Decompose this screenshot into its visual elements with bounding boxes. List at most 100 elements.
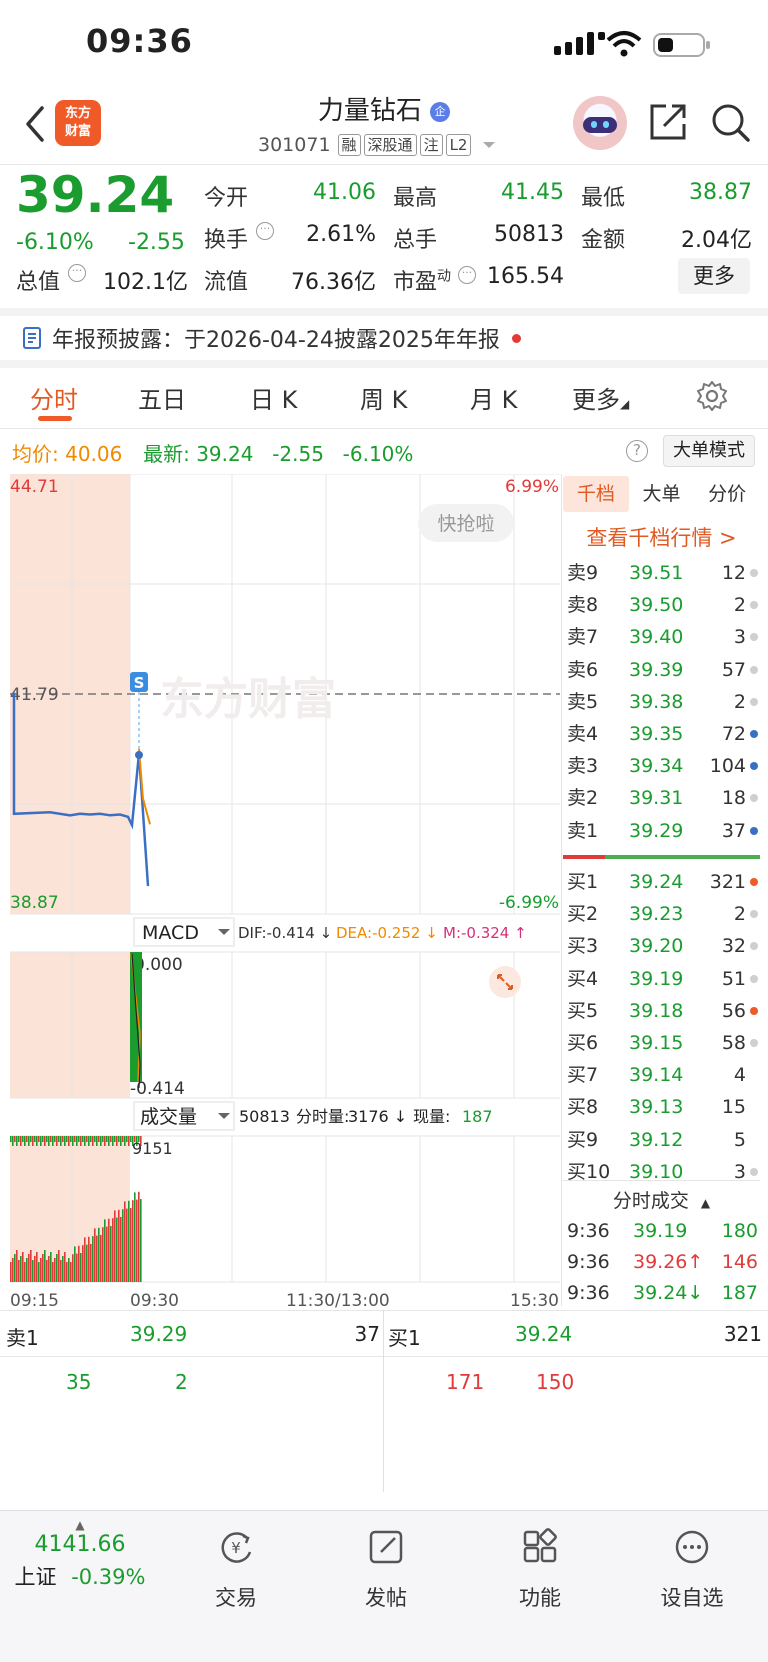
volume-bar [42, 1254, 44, 1282]
nav-functions-label: 功能 [519, 1586, 561, 1610]
volume-bar-top [120, 1136, 122, 1146]
macd-dea: DEA:-0.252 ↓ [336, 924, 438, 942]
volume-bar [134, 1192, 136, 1282]
unread-dot [511, 333, 521, 343]
expand-chart-button[interactable] [489, 966, 521, 998]
nav-functions[interactable]: 功能 [490, 1528, 590, 1612]
big-order-mode-button[interactable]: 大单模式 [663, 435, 755, 467]
stock-subtitle[interactable]: 301071 融 深股通 注 L2 [258, 134, 498, 156]
tag-connect: 深股通 [363, 134, 417, 156]
bottom-buy-vol: 321 [723, 1322, 762, 1346]
tab-big-orders[interactable]: 大单 [629, 476, 695, 512]
volume-bar-top [68, 1136, 70, 1146]
top-pct-label: 6.99% [505, 477, 559, 497]
settings-gear-icon[interactable] [696, 380, 728, 412]
volume-bar [34, 1256, 36, 1282]
tab-more-label: 更多 [572, 386, 620, 414]
asks-row[interactable]: 卖7 39.40 3 [563, 621, 760, 653]
tick-price: 39.26↑ [633, 1251, 704, 1273]
volume-bar-top [60, 1136, 62, 1146]
level-price: 39.40 [629, 626, 684, 649]
asks-row[interactable]: 卖3 39.34 104 [563, 750, 760, 782]
more-button[interactable]: 更多 [678, 258, 750, 294]
tab-intraday[interactable]: 分时 [30, 380, 78, 415]
search-icon[interactable] [710, 102, 752, 144]
volume-bar-top [110, 1136, 112, 1142]
bids-row[interactable]: 买1 39.24 321 [563, 866, 760, 898]
volume-bar [44, 1250, 46, 1282]
volume-bar-top [28, 1136, 30, 1146]
bids-row[interactable]: 买3 39.20 32 [563, 930, 760, 962]
asks-row[interactable]: 卖8 39.50 2 [563, 589, 760, 621]
bids-row[interactable]: 买10 39.10 3 [563, 1156, 760, 1188]
volume-selector[interactable]: 成交量 [133, 1101, 235, 1131]
bids-row[interactable]: 买6 39.15 58 [563, 1027, 760, 1059]
help-icon[interactable]: ? [626, 440, 648, 462]
asks-row[interactable]: 卖2 39.31 18 [563, 782, 760, 814]
share-icon[interactable] [648, 102, 688, 142]
tick-volume: 146 [721, 1251, 758, 1273]
bids-row[interactable]: 买4 39.19 51 [563, 963, 760, 995]
asks-row[interactable]: 卖6 39.39 57 [563, 654, 760, 686]
level-price: 39.39 [629, 658, 684, 681]
level-volume: 2 [733, 690, 746, 713]
turnover-info-icon[interactable]: ··· [256, 222, 274, 240]
quick-grab-button[interactable]: 快抢啦 [418, 504, 514, 542]
level-label: 卖1 [567, 819, 599, 842]
volume-bar-top [124, 1136, 126, 1146]
volume-bar-top [92, 1136, 94, 1146]
macd-histogram [130, 952, 142, 1089]
index-widget[interactable]: ▲ 4141.66 上证 -0.39% [0, 1518, 160, 1591]
volume-bar [12, 1258, 14, 1282]
asks-row[interactable]: 卖4 39.35 72 [563, 718, 760, 750]
bids-row[interactable]: 买8 39.13 15 [563, 1091, 760, 1123]
bids-row[interactable]: 买2 39.23 2 [563, 898, 760, 930]
view-thousand-levels-link[interactable]: 查看千档行情 > [563, 522, 760, 552]
open-label: 今开 [204, 186, 249, 211]
bids-row[interactable]: 买5 39.18 56 [563, 995, 760, 1027]
ticks-title[interactable]: 分时成交 ▲ [563, 1186, 760, 1213]
bids-row[interactable]: 买7 39.14 4 [563, 1059, 760, 1091]
tab-monthly-k[interactable]: 月 K [470, 380, 517, 415]
volume-label: 成交量 [140, 1106, 197, 1128]
macd-selector[interactable]: MACD [133, 917, 235, 947]
tab-more[interactable]: 更多◢ [572, 380, 629, 415]
nav-post[interactable]: 发帖 [336, 1528, 436, 1612]
level-price: 39.10 [629, 1160, 684, 1183]
bottom-sell-price: 39.29 [130, 1322, 188, 1346]
level-volume: 321 [709, 871, 746, 893]
ticks-caret-icon: ▲ [700, 1196, 711, 1210]
bids-row[interactable]: 买9 39.12 5 [563, 1124, 760, 1156]
mcap-label: 总值 [16, 270, 61, 295]
asks-row[interactable]: 卖9 39.51 12 [563, 557, 760, 589]
volume-bar [14, 1254, 16, 1282]
level-dot-icon [750, 762, 758, 771]
volume-bar-top [70, 1136, 72, 1142]
level-label: 卖3 [567, 755, 599, 778]
volume-bar [24, 1262, 26, 1282]
tab-daily-k[interactable]: 日 K [250, 380, 297, 415]
level-label: 卖8 [567, 594, 599, 617]
volume-bar [140, 1199, 142, 1282]
tab-five-day[interactable]: 五日 [138, 380, 186, 415]
level-price: 39.50 [629, 594, 684, 617]
nav-trade[interactable]: ¥ 交易 [186, 1528, 286, 1612]
tab-price-distribution[interactable]: 分价 [694, 476, 760, 512]
tab-weekly-k[interactable]: 周 K [360, 380, 407, 415]
volume-bar-top [18, 1136, 20, 1142]
mcap-info-icon[interactable]: ··· [68, 264, 86, 282]
asks-row[interactable]: 卖5 39.38 2 [563, 686, 760, 718]
tab-thousand-levels[interactable]: 千档 [563, 476, 629, 512]
volume-now-label: 现量: [413, 1107, 450, 1126]
level-dot-icon [750, 601, 758, 610]
nav-add-watchlist[interactable]: 设自选 [642, 1528, 742, 1612]
trade-icon: ¥ [221, 1532, 252, 1563]
volume-bar [62, 1256, 64, 1282]
annual-report-notice[interactable]: 年报预披露：于2026-04-24披露2025年年报 [22, 322, 521, 354]
asks-row[interactable]: 卖1 39.29 37 [563, 815, 760, 847]
volume-bar [74, 1246, 76, 1282]
level-dot-icon [750, 1039, 758, 1047]
level-volume: 72 [721, 723, 746, 745]
level-label: 卖5 [567, 690, 599, 713]
intraday-chart[interactable]: 东方财富 44.71 6.99% 41.79 38.87 -6.99% 快抢啦 … [10, 474, 560, 1314]
